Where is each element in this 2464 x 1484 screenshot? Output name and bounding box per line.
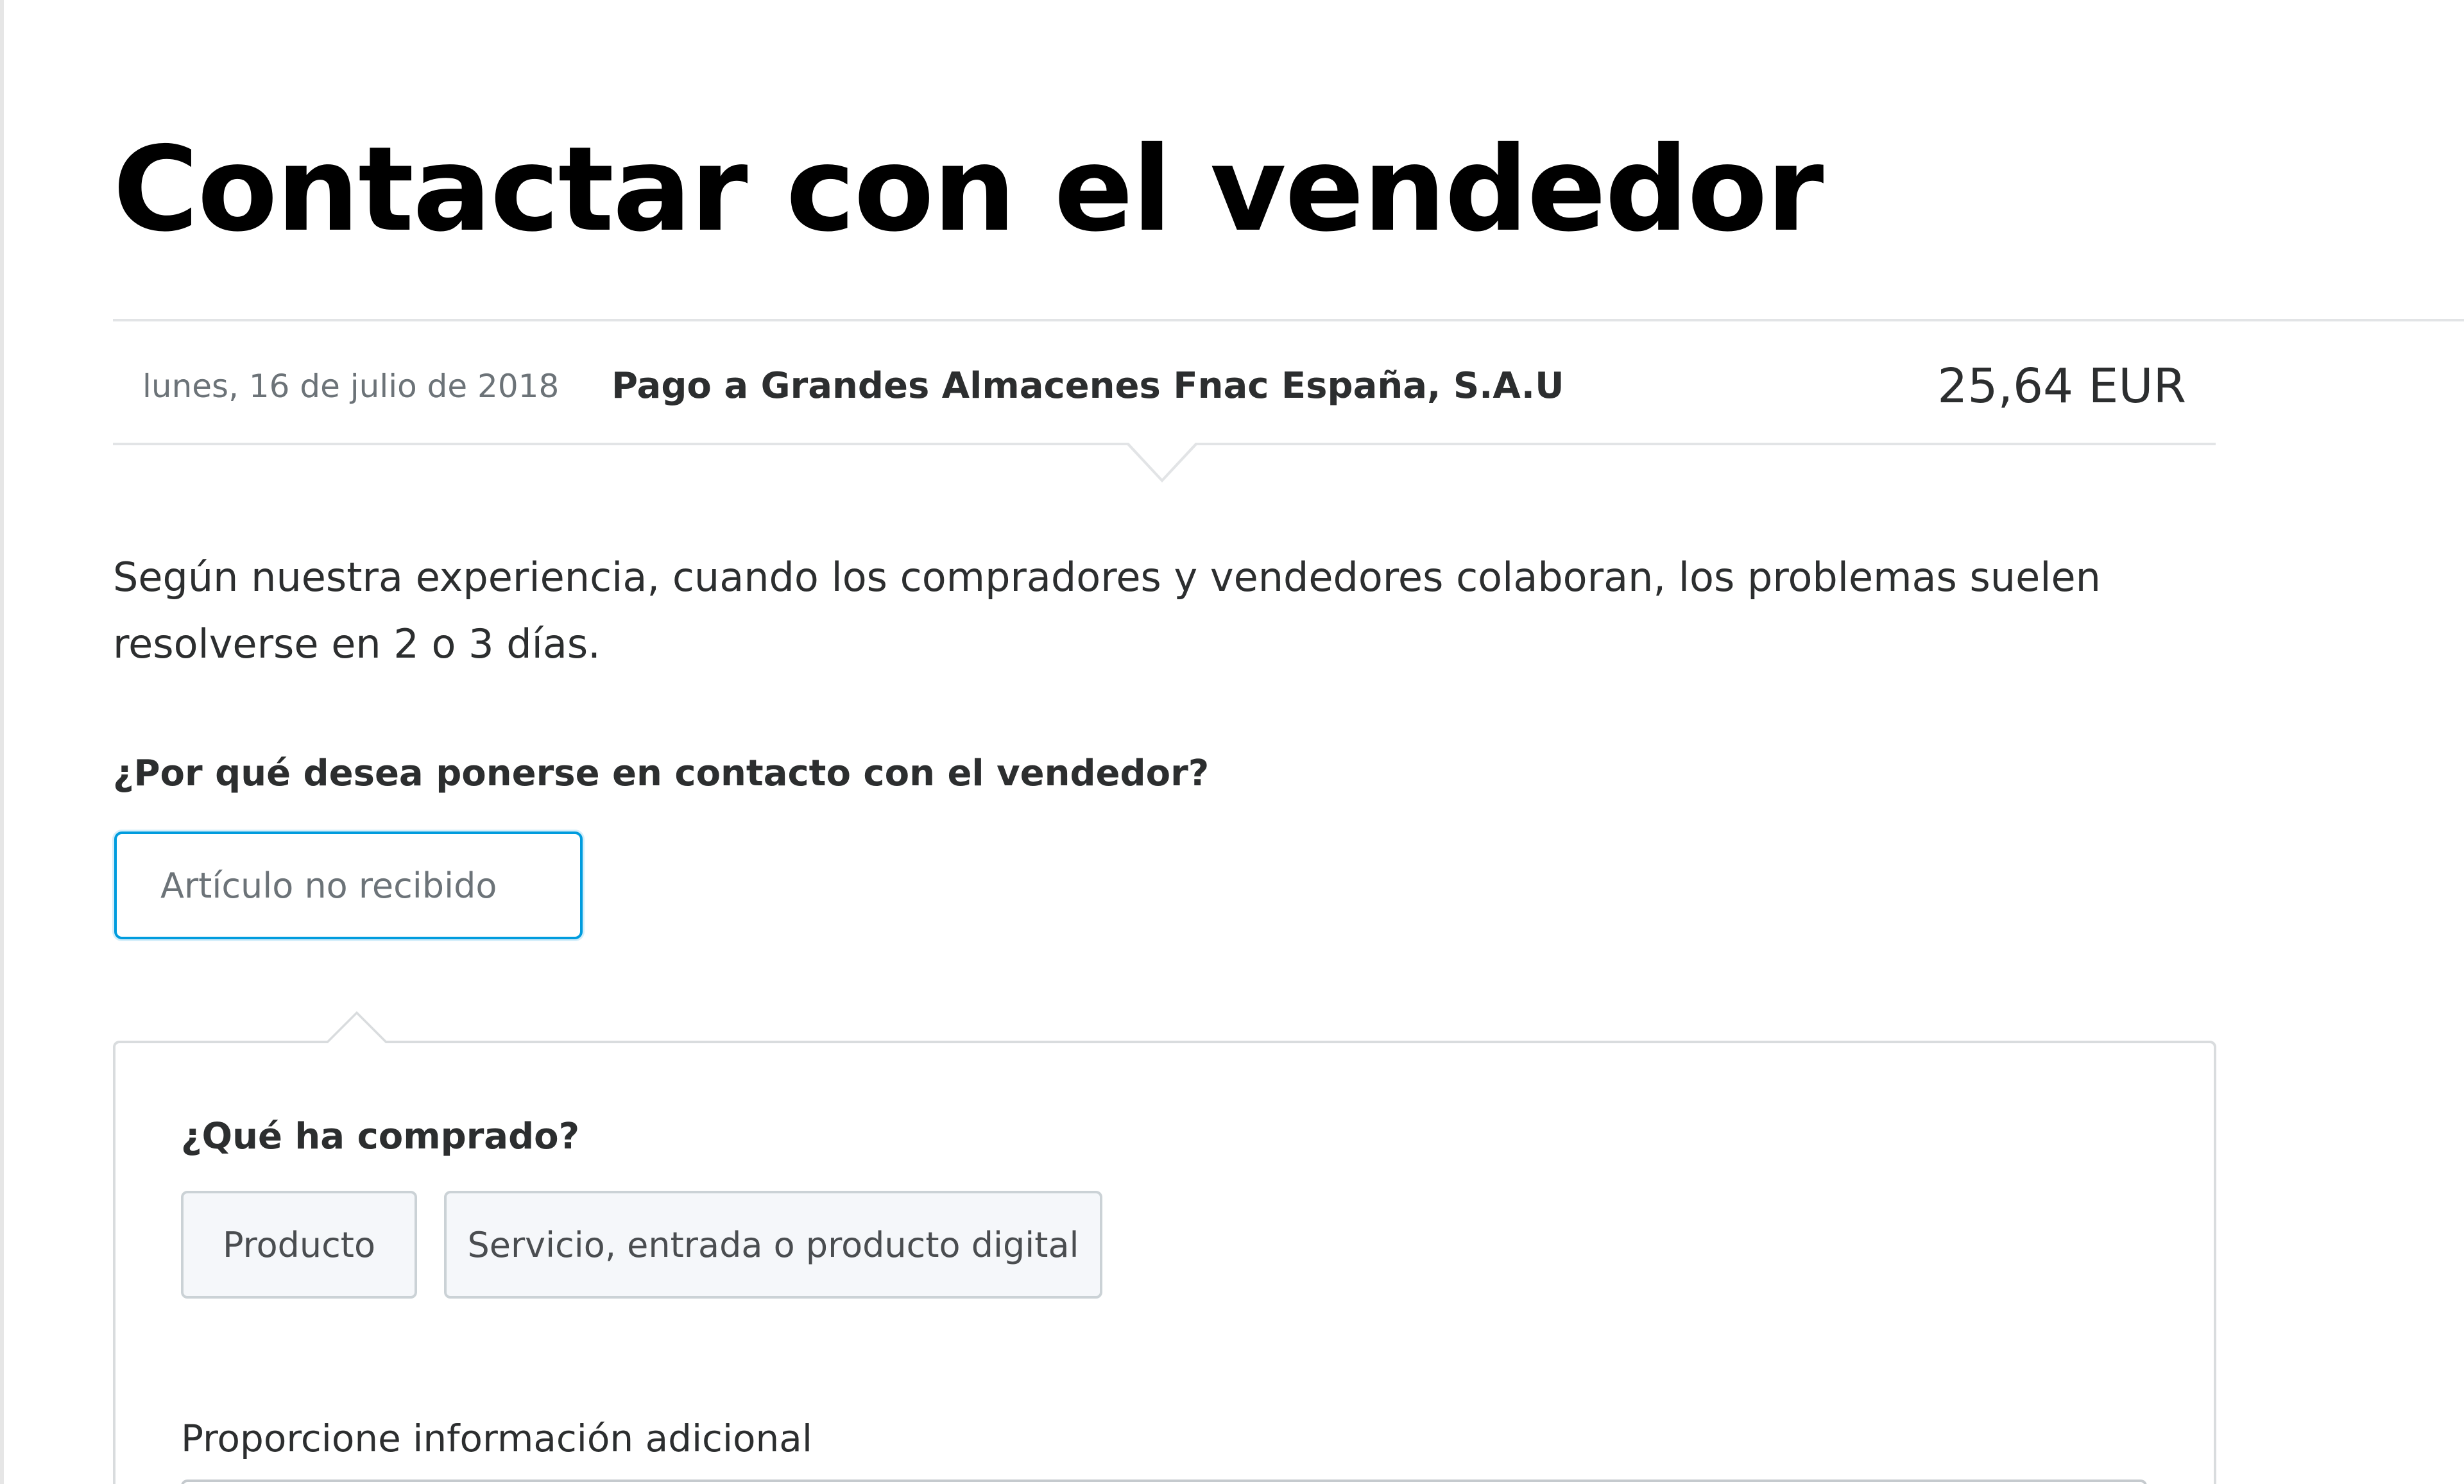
page-title: Contactar con el vendedor: [113, 121, 1824, 257]
service-option-button[interactable]: Servicio, entrada o producto digital: [444, 1191, 1102, 1299]
additional-info-textarea[interactable]: [181, 1480, 2147, 1484]
divider-caret-icon: [1126, 443, 1198, 482]
transaction-merchant: Pago a Grandes Almacenes Fnac España, S.…: [612, 365, 1564, 407]
contact-reason-label: ¿Por qué desea ponerse en contacto con e…: [113, 753, 1210, 794]
transaction-date: lunes, 16 de julio de 2018: [142, 368, 560, 405]
purchase-details-panel: ¿Qué ha comprado? Producto Servicio, ent…: [113, 1011, 2216, 1484]
page: Contactar con el vendedor lunes, 16 de j…: [0, 0, 2464, 1484]
contact-reason-select[interactable]: Artículo no recibido: [114, 832, 583, 939]
additional-info-label: Proporcione información adicional: [181, 1417, 812, 1460]
purchase-type-label: ¿Qué ha comprado?: [181, 1116, 580, 1157]
transaction-amount: 25,64 EUR: [1937, 359, 2186, 414]
panel-caret-icon: [325, 1011, 389, 1044]
product-option-button[interactable]: Producto: [181, 1191, 417, 1299]
left-edge-divider: [0, 0, 4, 1484]
intro-text: Según nuestra experiencia, cuando los co…: [113, 554, 2101, 667]
transaction-summary: lunes, 16 de julio de 2018 Pago a Grande…: [113, 321, 2216, 443]
